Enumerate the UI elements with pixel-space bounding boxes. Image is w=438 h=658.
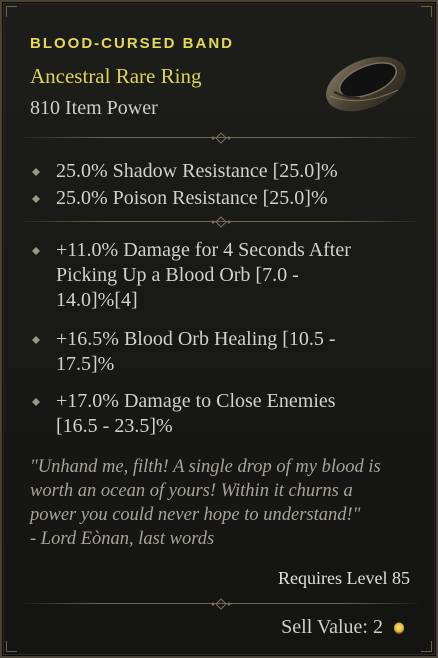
diamond-bullet-icon bbox=[32, 398, 40, 406]
affix-line: 14.0]%[4] bbox=[56, 289, 138, 311]
diamond-bullet-icon bbox=[32, 247, 40, 255]
corner-ornament bbox=[6, 6, 17, 17]
affix-line: [16.5 - 23.5]% bbox=[56, 415, 173, 437]
affix-text: 25.0% Shadow Resistance [25.0]% bbox=[56, 160, 338, 182]
gold-coin-icon bbox=[394, 622, 404, 635]
affix-line: +16.5% Blood Orb Healing [10.5 - bbox=[56, 328, 336, 350]
implicit-affix: 25.0% Shadow Resistance [25.0]% bbox=[32, 159, 402, 184]
diamond-bullet-icon bbox=[32, 336, 40, 344]
diamond-bullet-icon bbox=[32, 168, 40, 176]
affix-line: Picking Up a Blood Orb [7.0 - bbox=[56, 264, 299, 286]
affix-text: 25.0% Poison Resistance [25.0]% bbox=[56, 187, 328, 209]
affix-entry: +11.0% Damage for 4 Seconds After Pickin… bbox=[32, 238, 402, 313]
sell-value: Sell Value: 2 bbox=[281, 616, 406, 639]
diamond-bullet-icon bbox=[32, 195, 40, 203]
item-rarity-type: Ancestral Rare Ring bbox=[30, 64, 202, 88]
flavor-attribution: - Lord Eònan, last words bbox=[30, 529, 215, 549]
item-tooltip: BLOOD-CURSED BAND Ancestral Rare Ring 81… bbox=[0, 0, 438, 658]
affix-line: 17.5]% bbox=[56, 353, 115, 375]
corner-ornament bbox=[6, 641, 17, 652]
section-divider bbox=[24, 132, 418, 144]
ring-icon bbox=[326, 56, 406, 112]
item-name: BLOOD-CURSED BAND bbox=[30, 35, 234, 52]
flavor-line: power you could never hope to understand… bbox=[30, 505, 361, 525]
affix-text: +11.0% Damage for 4 Seconds After Pickin… bbox=[56, 238, 402, 313]
affix-line: +11.0% Damage for 4 Seconds After bbox=[56, 239, 351, 261]
affix-text: +17.0% Damage to Close Enemies [16.5 - 2… bbox=[56, 389, 402, 439]
section-divider bbox=[24, 216, 418, 228]
corner-ornament bbox=[421, 6, 432, 17]
affix-line: +17.0% Damage to Close Enemies bbox=[56, 390, 336, 412]
level-requirement: Requires Level 85 bbox=[278, 568, 410, 588]
flavor-line: "Unhand me, filth! A single drop of my b… bbox=[30, 457, 381, 477]
flavor-text: "Unhand me, filth! A single drop of my b… bbox=[30, 455, 410, 551]
section-divider bbox=[24, 598, 418, 610]
affix-entry: +17.0% Damage to Close Enemies [16.5 - 2… bbox=[32, 389, 402, 439]
item-power: 810 Item Power bbox=[30, 97, 158, 119]
affix-entry: +16.5% Blood Orb Healing [10.5 - 17.5]% bbox=[32, 327, 402, 377]
flavor-line: worth an ocean of yours! Within it churn… bbox=[30, 481, 353, 501]
sell-value-text: Sell Value: 2 bbox=[281, 616, 383, 638]
corner-ornament bbox=[421, 641, 432, 652]
implicit-affix: 25.0% Poison Resistance [25.0]% bbox=[32, 186, 402, 211]
affix-text: +16.5% Blood Orb Healing [10.5 - 17.5]% bbox=[56, 327, 402, 377]
